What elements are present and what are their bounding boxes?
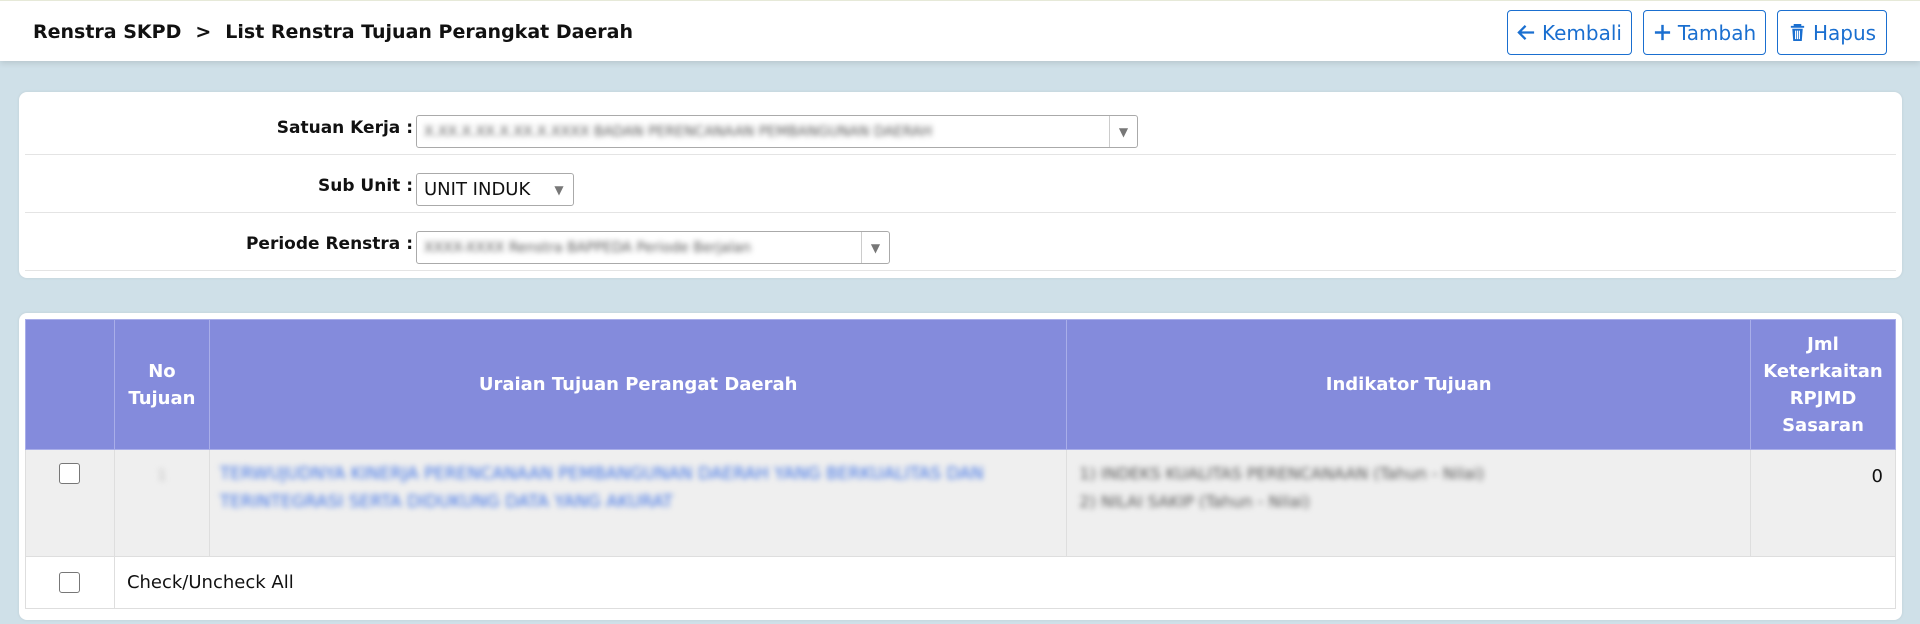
delete-button[interactable]: Hapus <box>1777 10 1887 55</box>
breadcrumb: Renstra SKPD > List Renstra Tujuan Peran… <box>33 21 633 43</box>
breadcrumb-separator: > <box>195 21 212 43</box>
satuan-kerja-row: Satuan Kerja : X.XX.X.XX.X.XX.X.XXXX BAD… <box>25 98 1896 155</box>
arrow-left-icon <box>1517 25 1535 40</box>
check-all-checkbox[interactable] <box>59 572 81 593</box>
top-bar: Renstra SKPD > List Renstra Tujuan Peran… <box>0 0 1920 61</box>
sub-unit-label: Sub Unit : <box>317 176 413 196</box>
check-all-cell <box>25 556 115 609</box>
trash-icon <box>1790 23 1805 42</box>
row-indikator-2: 2) NILAI SAKIP (Tahun - Nilai) <box>1079 492 1310 511</box>
back-button-label: Kembali <box>1542 20 1622 45</box>
table-header: No Tujuan Uraian Tujuan Perangat Daerah … <box>25 319 1897 450</box>
sub-unit-value: UNIT INDUK <box>424 179 531 200</box>
back-button[interactable]: Kembali <box>1507 10 1632 55</box>
periode-renstra-label: Periode Renstra : <box>245 234 413 254</box>
sub-unit-select[interactable]: UNIT INDUK ▼ <box>416 173 574 206</box>
filter-panel: Satuan Kerja : X.XX.X.XX.X.XX.X.XXXX BAD… <box>19 92 1902 278</box>
plus-icon <box>1654 24 1670 41</box>
column-jml-keterkaitan: Jml Keterkaitan RPJMD Sasaran <box>1749 319 1897 450</box>
periode-renstra-select[interactable]: XXXX-XXXX Renstra BAPPEDA Periode Berjal… <box>416 231 890 264</box>
tujuan-table: No Tujuan Uraian Tujuan Perangat Daerah … <box>25 319 1897 609</box>
breadcrumb-root[interactable]: Renstra SKPD <box>33 21 181 43</box>
chevron-down-icon: ▼ <box>554 182 564 197</box>
row-select-cell <box>25 449 115 557</box>
table-row: 1 TERWUJUDNYA KINERJA PERENCANAAN PEMBAN… <box>25 449 1897 557</box>
row-uraian-cell: TERWUJUDNYA KINERJA PERENCANAAN PEMBANGU… <box>208 449 1068 557</box>
column-select <box>25 319 115 450</box>
satuan-kerja-value: X.XX.X.XX.X.XX.X.XXXX BADAN PERENCANAAN … <box>424 123 933 140</box>
column-uraian: Uraian Tujuan Perangat Daerah <box>208 319 1068 450</box>
check-all-label: Check/Uncheck All <box>126 572 294 593</box>
row-no: 1 <box>157 468 167 484</box>
periode-renstra-value: XXXX-XXXX Renstra BAPPEDA Periode Berjal… <box>424 239 751 256</box>
chevron-down-icon: ▼ <box>1109 116 1137 147</box>
row-indikator-cell: 1) INDEKS KUALITAS PERENCANAAN (Tahun - … <box>1066 449 1751 557</box>
row-uraian-link[interactable]: TERWUJUDNYA KINERJA PERENCANAAN PEMBANGU… <box>220 460 1030 516</box>
column-no-tujuan: No Tujuan <box>113 319 210 450</box>
row-jml-cell: 0 <box>1749 449 1897 557</box>
row-jml-value: 0 <box>1871 466 1883 487</box>
row-checkbox[interactable] <box>59 463 81 484</box>
chevron-down-icon: ▼ <box>861 232 889 263</box>
row-indikator-1: 1) INDEKS KUALITAS PERENCANAAN (Tahun - … <box>1079 464 1485 483</box>
satuan-kerja-label: Satuan Kerja : <box>276 118 413 138</box>
periode-renstra-row: Periode Renstra : XXXX-XXXX Renstra BAPP… <box>25 214 1896 271</box>
check-all-row: Check/Uncheck All <box>25 556 1897 609</box>
check-all-label-cell: Check/Uncheck All <box>113 556 1897 609</box>
add-button-label: Tambah <box>1677 20 1757 45</box>
delete-button-label: Hapus <box>1812 20 1877 45</box>
column-indikator: Indikator Tujuan <box>1066 319 1751 450</box>
tujuan-table-panel: No Tujuan Uraian Tujuan Perangat Daerah … <box>19 313 1902 620</box>
satuan-kerja-select[interactable]: X.XX.X.XX.X.XX.X.XXXX BADAN PERENCANAAN … <box>416 115 1138 148</box>
sub-unit-row: Sub Unit : UNIT INDUK ▼ <box>25 156 1896 213</box>
page-title: List Renstra Tujuan Perangkat Daerah <box>225 21 634 43</box>
add-button[interactable]: Tambah <box>1643 10 1766 55</box>
row-no-cell: 1 <box>113 449 210 557</box>
